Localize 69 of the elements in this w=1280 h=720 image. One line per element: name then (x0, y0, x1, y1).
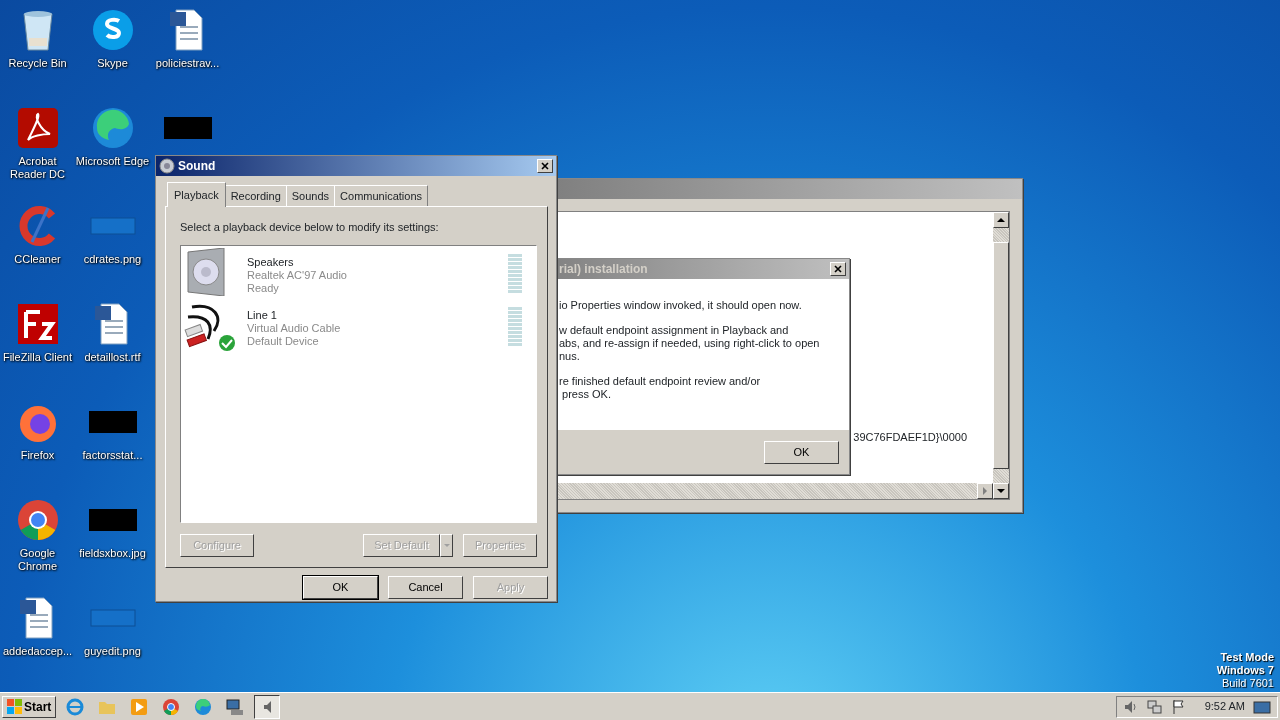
file-icon (88, 217, 137, 235)
dialog-button[interactable]: Cancel (388, 575, 463, 599)
desktop-icon-label[interactable]: addedaccep... (2, 645, 73, 658)
device-status: Default Device (247, 334, 320, 348)
tab[interactable]: Communications (334, 184, 428, 206)
desktop-icon-label[interactable]: Recycle Bin (8, 57, 67, 70)
desktop-icon-label[interactable]: guyedit.png (84, 645, 141, 658)
desktop-icon-label[interactable]: CCleaner (14, 253, 61, 266)
caret-icon (443, 544, 450, 548)
close-icon (833, 264, 843, 274)
horizontal-scrollbar[interactable] (558, 483, 993, 499)
tab[interactable]: Playback (167, 181, 226, 207)
desktop-icon-label[interactable]: policiestrav... (155, 57, 220, 70)
os-notice: Build 7601 (1221, 677, 1274, 690)
check-icon (219, 334, 235, 351)
close-icon (540, 161, 550, 171)
redacted-block (88, 509, 137, 531)
media-player-icon (130, 697, 149, 716)
network-computer-icon (226, 697, 245, 716)
desktop-icon-label[interactable]: Skype (97, 57, 128, 70)
network-icon (1146, 698, 1163, 715)
device-driver: Realtek AC'97 Audio (247, 268, 348, 282)
dialog-button[interactable]: OK (303, 575, 378, 599)
desktop-icon-label[interactable]: Firefox (20, 449, 55, 462)
desktop-icon-label[interactable]: cdrates.png (83, 253, 142, 266)
speaker-icon (262, 699, 272, 714)
message-text: re finished default endpoint review and/or press OK. (559, 375, 762, 401)
device-name[interactable]: Speakers (247, 255, 508, 269)
message-text: w default endpoint assignment in Playback and abs, and re-assign if needed, using right-click to open nus. (559, 324, 821, 363)
desktop-icon-label[interactable]: fieldsxbox.jpg (79, 547, 146, 560)
level-meter (508, 253, 522, 294)
message-text: io Properties window invoked, it should open now. (559, 299, 803, 312)
show-desktop-icon (1253, 698, 1271, 715)
speaker-icon (159, 158, 175, 174)
window-title: Sound (178, 158, 216, 175)
device-driver: Virtual Audio Cable (247, 321, 342, 335)
close-button[interactable] (830, 262, 846, 276)
level-meter (508, 306, 522, 347)
ok-button[interactable]: OK (764, 440, 839, 464)
desktop-icon-label[interactable]: Microsoft Edge (75, 155, 150, 168)
device-name[interactable]: Line 1 (247, 308, 508, 322)
taskbar-button[interactable] (254, 694, 281, 719)
vertical-scrollbar[interactable] (993, 212, 1009, 499)
tab[interactable]: Sounds (285, 184, 336, 206)
redacted-block (163, 117, 212, 139)
edge-icon (194, 697, 213, 716)
browser-icon (66, 697, 85, 716)
log-text: 39C76FDAEF1D}\0000 (853, 429, 967, 445)
desktop-icon-label[interactable]: detaillost.rtf (84, 351, 141, 364)
os-notice: Test Mode (1219, 651, 1274, 664)
desktop-icon-label[interactable]: Google Chrome (0, 547, 75, 573)
windows-logo-icon (7, 699, 22, 714)
os-notice: Windows 7 (1216, 664, 1274, 677)
desktop-icon-label[interactable]: factorsstat... (82, 449, 143, 462)
clock-text[interactable]: 9:52 AM (1204, 698, 1245, 715)
dialog-title: rial) installation (559, 261, 648, 278)
file-icon (88, 609, 137, 627)
desktop-icon-label[interactable]: Acrobat Reader DC (0, 155, 75, 181)
chrome-icon (162, 697, 181, 716)
device-status: Ready (247, 281, 280, 295)
close-button[interactable] (537, 159, 553, 173)
arrow-right-icon (980, 486, 990, 496)
flag-icon (1170, 698, 1187, 715)
redacted-block (88, 411, 137, 433)
instruction-text: Select a playback device below to modify its settings: (180, 220, 440, 235)
start-button[interactable]: Start (2, 695, 57, 718)
arrow-up-icon (996, 215, 1006, 225)
arrow-down-icon (996, 486, 1006, 496)
desktop-icon-label[interactable]: FileZilla Client (2, 351, 73, 364)
